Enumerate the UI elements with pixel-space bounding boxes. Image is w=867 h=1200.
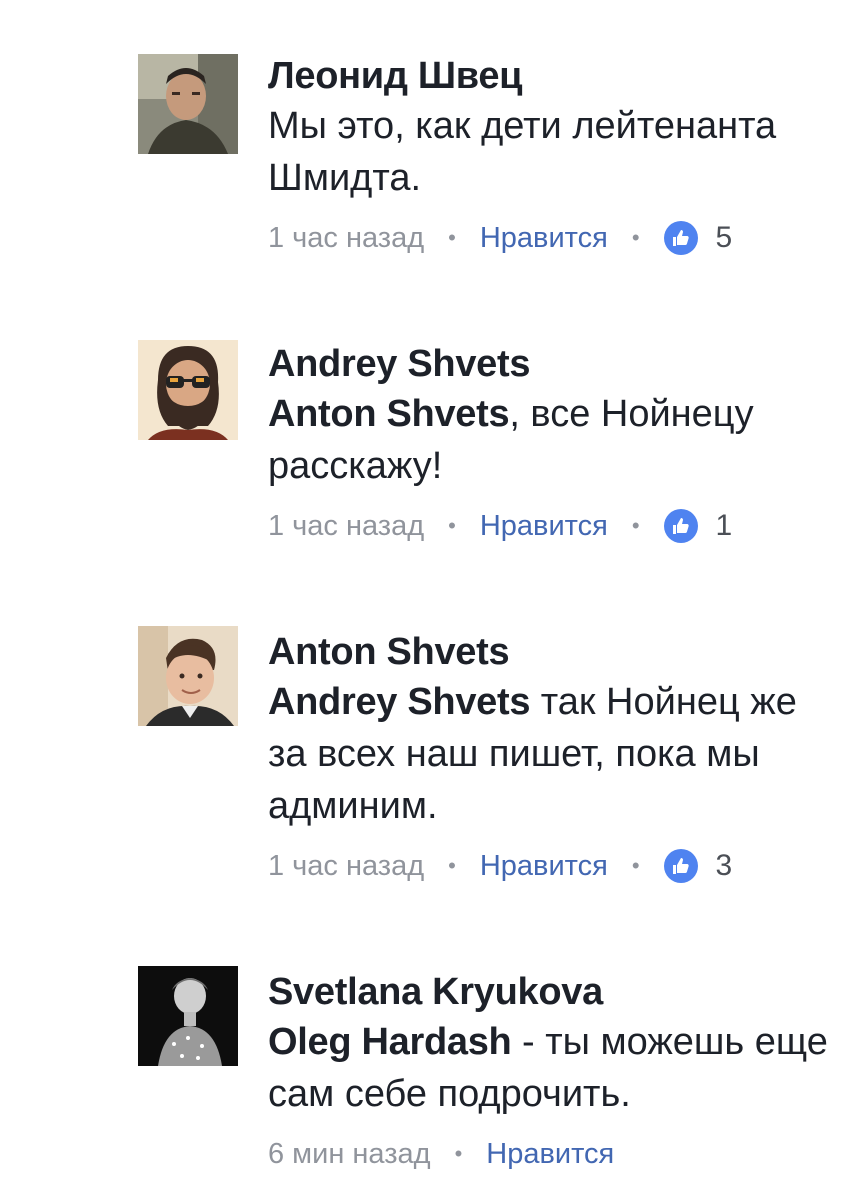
comment-mention[interactable]: Anton Shvets	[268, 393, 510, 435]
avatar[interactable]	[138, 54, 238, 154]
like-count[interactable]: 1	[716, 509, 733, 543]
separator-dot: •	[631, 225, 640, 250]
comment-mention[interactable]: Andrey Shvets	[268, 681, 531, 723]
like-button[interactable]: Нравится	[480, 510, 608, 543]
photo-avatar-young-man-icon	[138, 626, 238, 726]
avatar[interactable]	[138, 626, 238, 726]
comment-text: Мы это, как дети лейтенанта Шмидта.	[268, 100, 837, 204]
thumbs-up-icon[interactable]	[663, 221, 698, 255]
avatar[interactable]	[138, 340, 238, 440]
comment-body: Леонид Швец Мы это, как дети лейтенанта …	[268, 52, 837, 258]
comment-author[interactable]: Svetlana Kryukova	[268, 968, 837, 1016]
comment-body: Andrey Shvets Anton Shvets, все Нойнецу …	[268, 340, 837, 546]
photo-avatar-woman-bw-icon	[138, 966, 238, 1066]
comment-text: Anton Shvets, все Нойнецу расскажу!	[268, 388, 837, 492]
comment-time[interactable]: 1 час назад	[268, 850, 424, 883]
comment-author[interactable]: Леонид Швец	[268, 52, 837, 100]
comment-meta: 6 мин назад • Нравится	[268, 1134, 837, 1174]
comment-meta: 1 час назад • Нравится • 5	[268, 218, 837, 258]
comment-time[interactable]: 1 час назад	[268, 222, 424, 255]
separator-dot: •	[448, 853, 456, 878]
like-button[interactable]: Нравится	[486, 1138, 614, 1171]
thumbs-up-icon[interactable]	[663, 509, 698, 543]
like-button[interactable]: Нравится	[480, 850, 608, 883]
comment-meta: 1 час назад • Нравится • 1	[268, 506, 837, 546]
comment-body: Anton Shvets Andrey Shvets так Нойнец же…	[268, 628, 837, 886]
comment-mention[interactable]: Oleg Hardash	[268, 1021, 512, 1063]
like-button[interactable]: Нравится	[480, 222, 608, 255]
like-count[interactable]: 5	[716, 221, 733, 255]
thumbs-up-icon[interactable]	[663, 849, 698, 883]
comment-author[interactable]: Anton Shvets	[268, 628, 837, 676]
comment-author[interactable]: Andrey Shvets	[268, 340, 837, 388]
avatar[interactable]	[138, 966, 238, 1066]
comment-time[interactable]: 1 час назад	[268, 510, 424, 543]
like-count[interactable]: 3	[716, 849, 733, 883]
separator-dot: •	[631, 853, 640, 878]
photo-avatar-man-icon	[138, 54, 238, 154]
comment-body: Svetlana Kryukova Oleg Hardash - ты може…	[268, 968, 837, 1174]
comment-text-content: Мы это, как дети лейтенанта Шмидта.	[268, 105, 777, 199]
separator-dot: •	[631, 513, 640, 538]
comment-time[interactable]: 6 мин назад	[268, 1138, 431, 1171]
cartoon-avatar-bearded-man-sunglasses-icon	[138, 340, 238, 440]
comment-text: Oleg Hardash - ты можешь еще сам себе по…	[268, 1016, 837, 1120]
separator-dot: •	[448, 513, 456, 538]
comment-text: Andrey Shvets так Нойнец же за всех наш …	[268, 676, 837, 832]
separator-dot: •	[448, 225, 456, 250]
comment-meta: 1 час назад • Нравится • 3	[268, 846, 837, 886]
separator-dot: •	[454, 1141, 463, 1166]
